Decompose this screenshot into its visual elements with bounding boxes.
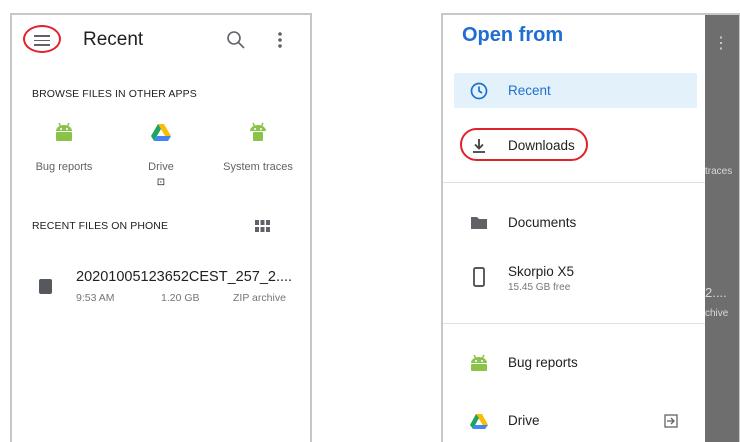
background-text: 2.... xyxy=(705,285,727,300)
drawer-item-downloads[interactable]: Downloads xyxy=(454,128,697,163)
browse-section-label: BROWSE FILES IN OTHER APPS xyxy=(32,88,197,100)
drawer-item-label: Documents xyxy=(508,215,577,230)
zip-file-icon xyxy=(39,279,52,294)
app-label: System traces xyxy=(223,161,293,173)
open-external-icon xyxy=(664,414,678,428)
search-icon[interactable] xyxy=(225,29,247,51)
top-app-bar: Recent xyxy=(12,15,310,67)
drive-icon xyxy=(151,124,171,141)
phone-icon xyxy=(473,267,485,287)
divider xyxy=(443,182,705,183)
android-icon xyxy=(56,122,72,141)
more-vert-icon: ⋮ xyxy=(713,35,729,52)
android-icon xyxy=(471,354,487,371)
grid-view-icon[interactable] xyxy=(255,220,270,232)
file-row[interactable]: 20201005123652CEST_257_2.... 9:53 AM 1.2… xyxy=(12,265,310,315)
files-screen-drawer: ⋮ traces 2.... chive Open from Recent Do… xyxy=(441,13,740,442)
scrim-overlay[interactable]: ⋮ traces 2.... chive xyxy=(705,15,739,442)
file-type: ZIP archive xyxy=(233,292,286,304)
android-icon xyxy=(250,122,266,141)
file-time: 9:53 AM xyxy=(76,292,115,304)
open-external-icon: ⊡ xyxy=(156,177,166,188)
app-label: Drive xyxy=(148,161,174,173)
drawer-item-label: Drive xyxy=(508,413,540,428)
divider xyxy=(443,323,705,324)
page-title: Recent xyxy=(83,29,144,50)
drawer-item-label: Skorpio X5 xyxy=(508,264,575,279)
navigation-drawer: Open from Recent Downloads Documents Sko… xyxy=(443,15,705,442)
drawer-item-recent[interactable]: Recent xyxy=(454,73,697,108)
background-text: traces xyxy=(705,166,733,177)
download-icon xyxy=(473,139,485,153)
file-name: 20201005123652CEST_257_2.... xyxy=(76,269,293,285)
drawer-item-device[interactable]: Skorpio X5 15.45 GB free xyxy=(454,256,697,300)
drawer-item-documents[interactable]: Documents xyxy=(454,205,697,240)
drawer-item-label: Bug reports xyxy=(508,355,578,370)
file-size: 1.20 GB xyxy=(161,292,200,304)
drawer-title: Open from xyxy=(462,24,564,46)
menu-icon xyxy=(34,35,50,46)
background-text: chive xyxy=(705,308,729,319)
drawer-item-label: Recent xyxy=(508,83,551,98)
device-free-space: 15.45 GB free xyxy=(508,282,571,293)
folder-icon xyxy=(471,217,487,229)
files-screen-recent: Recent BROWSE FILES IN OTHER APPS Bug re… xyxy=(10,13,312,442)
menu-button[interactable] xyxy=(23,25,61,53)
more-vert-icon[interactable] xyxy=(275,29,285,51)
app-label: Bug reports xyxy=(35,161,93,173)
drawer-item-label: Downloads xyxy=(508,138,575,153)
drawer-item-drive[interactable]: Drive xyxy=(454,403,697,438)
drawer-item-bug-reports[interactable]: Bug reports xyxy=(454,345,697,380)
recent-section-label: RECENT FILES ON PHONE xyxy=(32,220,169,232)
clock-icon xyxy=(470,82,488,100)
drive-icon xyxy=(470,414,488,429)
